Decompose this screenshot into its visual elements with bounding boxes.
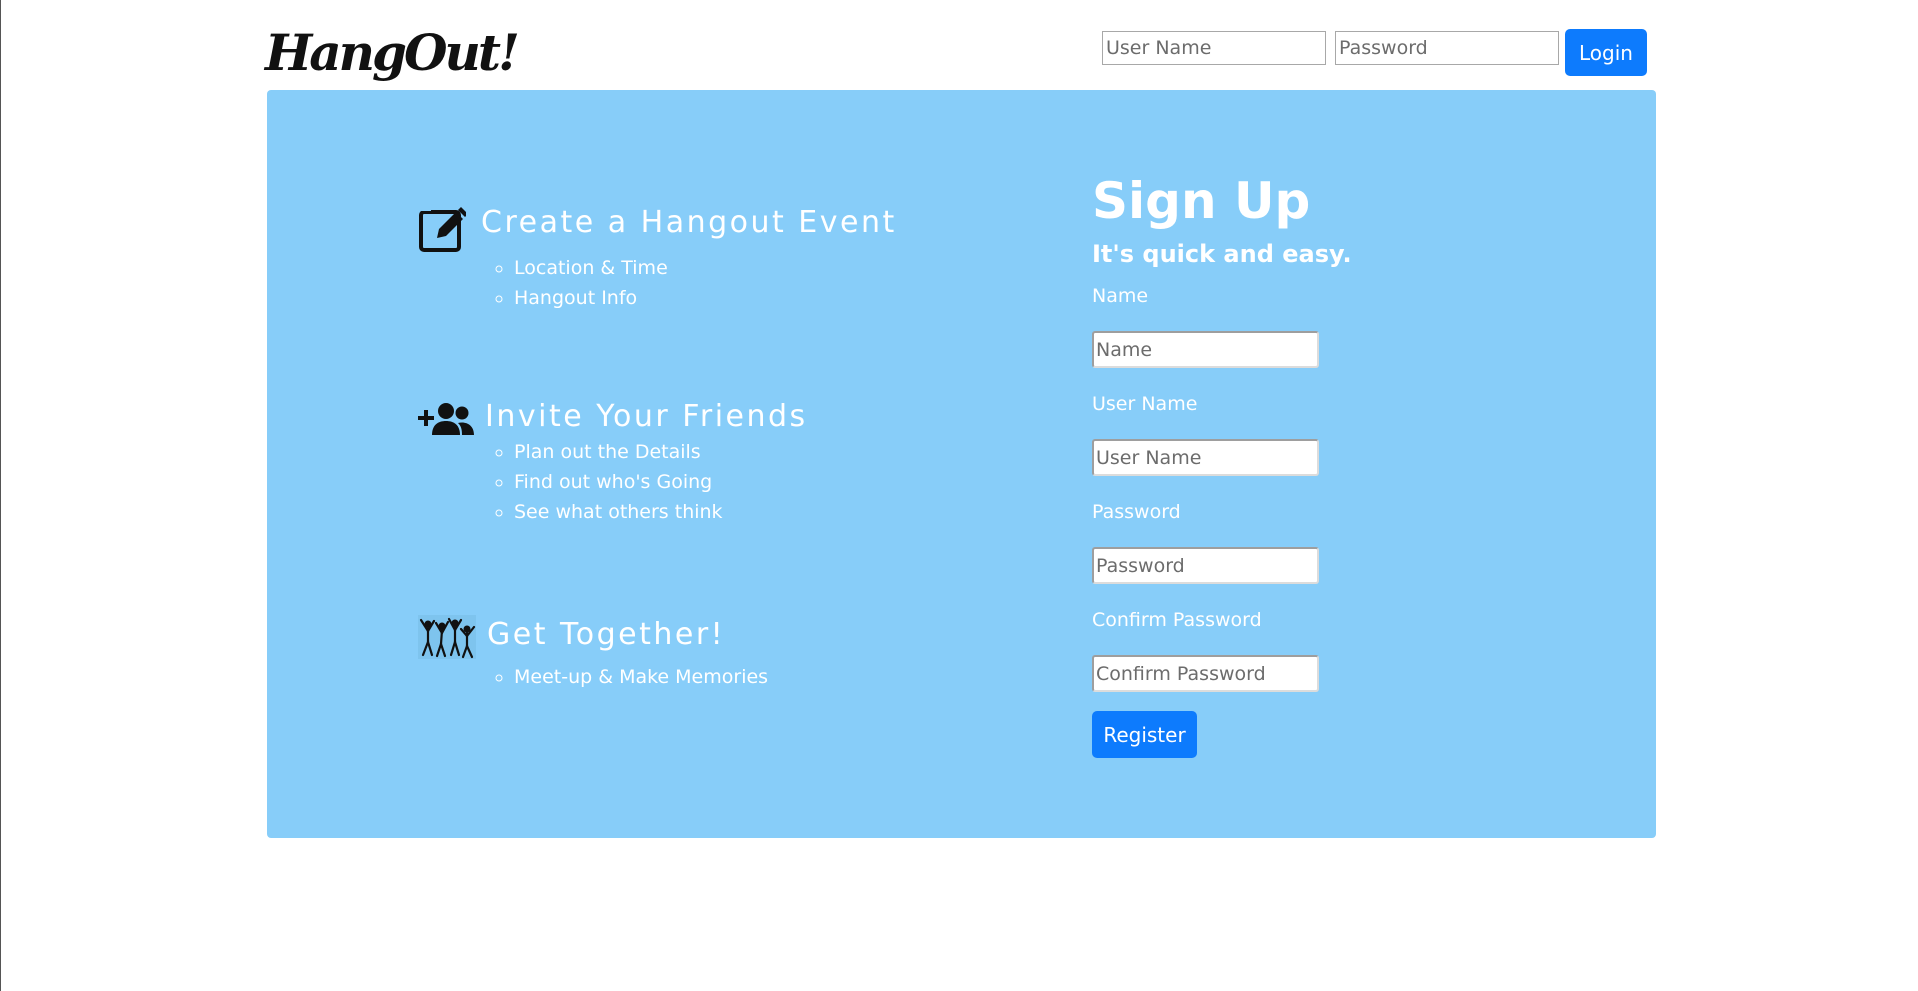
header-username-input[interactable] — [1102, 31, 1326, 65]
logo[interactable]: HangOut! — [265, 18, 520, 88]
confirm-password-label: Confirm Password — [1092, 609, 1262, 631]
password-label: Password — [1092, 501, 1181, 523]
list-item: See what others think — [514, 497, 723, 527]
login-button[interactable]: Login — [1565, 29, 1647, 76]
feature-title: Invite Your Friends — [485, 399, 808, 434]
edit-square-icon — [418, 205, 468, 257]
list-item: Find out who's Going — [514, 467, 723, 497]
password-input[interactable] — [1092, 547, 1319, 584]
list-item: Hangout Info — [514, 283, 668, 313]
username-label: User Name — [1092, 393, 1198, 415]
feature-title: Create a Hangout Event — [481, 205, 897, 240]
add-friends-icon — [418, 403, 476, 441]
window-edge — [0, 0, 1, 991]
signup-subtitle: It's quick and easy. — [1092, 240, 1352, 268]
username-input[interactable] — [1092, 439, 1319, 476]
people-celebrating-icon — [418, 615, 476, 663]
feature-list: Location & Time Hangout Info — [466, 253, 668, 313]
name-input[interactable] — [1092, 331, 1319, 368]
header-password-input[interactable] — [1335, 31, 1559, 65]
list-item: Location & Time — [514, 253, 668, 283]
feature-list: Meet-up & Make Memories — [466, 662, 768, 692]
feature-title: Get Together! — [487, 617, 726, 652]
register-button[interactable]: Register — [1092, 711, 1197, 758]
list-item: Meet-up & Make Memories — [514, 662, 768, 692]
name-label: Name — [1092, 285, 1149, 307]
signup-title: Sign Up — [1092, 172, 1311, 230]
feature-list: Plan out the Details Find out who's Goin… — [466, 437, 723, 527]
confirm-password-input[interactable] — [1092, 655, 1319, 692]
list-item: Plan out the Details — [514, 437, 723, 467]
